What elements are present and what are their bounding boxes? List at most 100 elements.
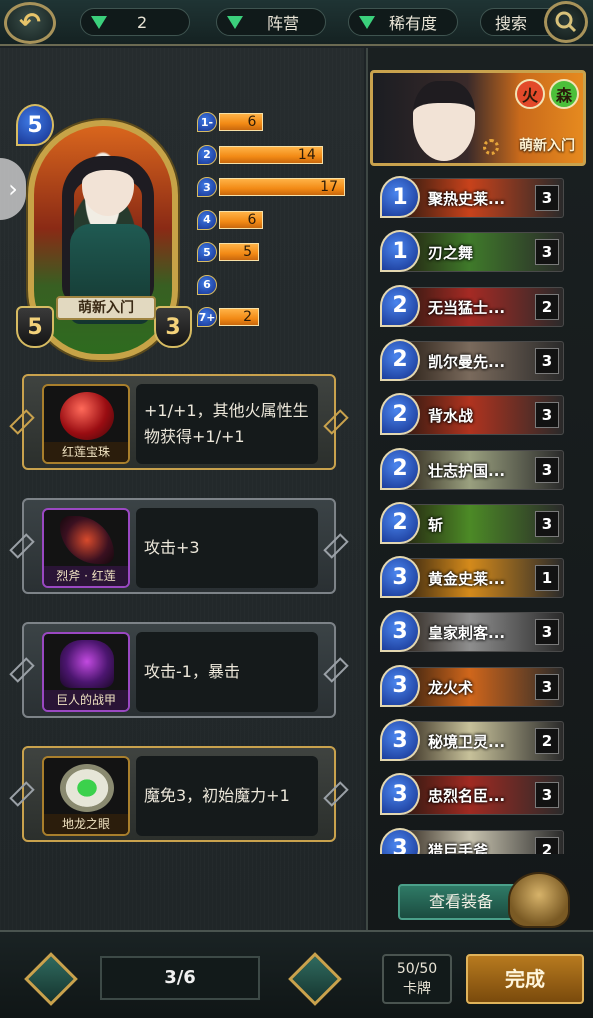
equipment-slot[interactable]: 地龙之眼 魔免3，初始魔力+1 (9, 746, 349, 842)
deck-card-name: 壮志护国... (428, 461, 506, 480)
deck-card-quantity: 2 (535, 293, 559, 320)
equipment-effect: 攻击-1，暴击 (136, 632, 318, 712)
red-orb-icon: 红莲宝珠 (42, 384, 130, 464)
deck-card-cost-gem: 3 (380, 556, 420, 599)
dropdown-triangle-icon (227, 15, 243, 29)
deck-card-cost-gem: 3 (380, 719, 420, 761)
deck-card-row[interactable]: 3 1 聚热史莱... (380, 172, 566, 220)
cost-filter-dropdown[interactable]: 2 (80, 8, 190, 36)
deck-card-row[interactable]: 2 3 秘境卫灵... (380, 715, 566, 763)
mana-curve-count: 2 (243, 309, 252, 325)
hero-banner-portrait (413, 81, 475, 161)
deck-card-quantity: 3 (535, 782, 559, 809)
done-label: 完成 (505, 967, 545, 991)
mana-curve-row: 2 14 (197, 144, 323, 166)
mana-curve-count: 6 (247, 114, 257, 130)
cost-gem-icon: 3 (197, 177, 217, 197)
deck-card-quantity: 2 (535, 836, 559, 854)
deck-card-cost-gem: 2 (380, 284, 420, 327)
mana-curve-row: 46 (197, 209, 264, 231)
hero-name: 萌新入门 (78, 300, 134, 316)
deck-card-quantity: 2 (535, 728, 559, 754)
hero-face-art (82, 156, 134, 216)
equipment-effect: 攻击+3 (136, 508, 318, 588)
deck-card-list[interactable]: 3 1 聚热史莱... 3 1 刃之舞 2 2 无当猛士... 3 2 凯尔曼先... 3 2 背水战 3 2 壮… (380, 172, 566, 854)
deck-card-row[interactable]: 2 3 猎巨手斧 (380, 824, 566, 854)
rarity-filter-dropdown[interactable]: 稀有度 (348, 8, 458, 36)
search-icon[interactable] (544, 1, 588, 43)
deck-card-name: 聚热史莱... (428, 190, 506, 208)
faction-filter-label: 阵营 (267, 14, 300, 33)
deck-card-counter: 50/50 卡牌 (382, 954, 452, 1004)
page-indicator: 3/6 (100, 956, 260, 1000)
deck-card-label: 卡牌 (403, 981, 431, 997)
mana-curve-row: 55 (197, 241, 259, 263)
deck-card-row[interactable]: 3 2 凯尔曼先... (380, 335, 566, 383)
armor-icon: 巨人的战甲 (42, 632, 130, 712)
hero-banner-name: 萌新入门 (519, 138, 575, 154)
mana-curve-bar: 2 (219, 308, 259, 326)
deck-card-name: 龙火术 (428, 678, 474, 697)
deck-card-row[interactable]: 2 2 无当猛士... (380, 281, 566, 329)
deck-card-row[interactable]: 3 1 刃之舞 (380, 226, 566, 274)
dropdown-triangle-icon (359, 15, 375, 29)
equipment-slot[interactable]: 烈斧 · 红莲 攻击+3 (9, 498, 349, 594)
page-indicator-text: 3/6 (164, 967, 196, 988)
cost-gem-icon: 5 (197, 242, 217, 262)
deck-card-name: 黄金史莱... (428, 570, 506, 589)
fire-element-badge: 火 (515, 79, 545, 109)
equipment-slot[interactable]: 红莲宝珠 +1/+1，其他火属性生物获得+1/+1 (9, 374, 349, 470)
deck-card-count: 50/50 (396, 961, 438, 977)
deck-card-cost-gem: 3 (380, 664, 420, 707)
view-equipment-button[interactable]: 查看装备 (398, 884, 524, 920)
back-arrow-icon: ↶ (19, 8, 41, 38)
deck-card-name: 猎巨手斧 (428, 841, 489, 854)
forest-element-badge: 森 (549, 79, 579, 109)
deck-card-row[interactable]: 3 2斩 (380, 498, 566, 546)
equipment-effect: 魔免3，初始魔力+1 (136, 756, 318, 836)
deck-card-name: 凯尔曼先... (428, 352, 506, 371)
element-label: 火 (521, 86, 538, 105)
deck-card-name: 斩 (428, 515, 444, 534)
mana-curve-bar: 6 (219, 210, 264, 229)
hero-cost: 5 (27, 112, 43, 138)
deck-card-cost-gem: 2 (380, 501, 420, 544)
mana-curve-bar: 14 (219, 145, 323, 164)
deck-card-row[interactable]: 1 3 黄金史莱... (380, 552, 566, 600)
mana-curve-count: 14 (297, 146, 316, 163)
deck-card-row[interactable]: 3 3 龙火术 (380, 661, 566, 709)
done-button[interactable]: 完成 (466, 954, 584, 1004)
deck-card-name: 背水战 (428, 407, 474, 426)
deck-card-quantity: 3 (535, 185, 559, 211)
mana-curve-bar: 17 (219, 178, 345, 196)
mana-curve-bar: 6 (219, 113, 264, 131)
hero-card[interactable]: 5 5 3 萌新入门 (10, 100, 192, 392)
deck-card-name: 刃之舞 (428, 244, 474, 263)
hero-name-plate: 萌新入门 (56, 296, 156, 320)
faction-filter-dropdown[interactable]: 阵营 (216, 8, 326, 36)
deck-card-row[interactable]: 3 3 忠烈名臣... (380, 769, 566, 817)
element-label: 森 (555, 86, 572, 105)
deck-card-cost-gem: 1 (380, 176, 420, 218)
deck-card-quantity: 3 (535, 619, 559, 646)
deck-card-row[interactable]: 3 2 背水战 (380, 389, 566, 437)
equipment-name: 红莲宝珠 (44, 442, 128, 462)
equipment-effect: +1/+1，其他火属性生物获得+1/+1 (136, 384, 318, 464)
mana-curve-count: 5 (243, 244, 252, 260)
hero-health: 3 (165, 314, 181, 340)
hero-cost-gem: 5 (16, 104, 54, 146)
hero-banner[interactable]: 火 森 萌新入门 (370, 70, 586, 166)
back-arrow-button[interactable]: ↶ (4, 2, 56, 44)
gear-icon (483, 139, 499, 155)
deck-card-quantity: 3 (535, 510, 559, 537)
deck-card-row[interactable]: 3 2 壮志护国... (380, 444, 566, 492)
deck-card-row[interactable]: 3 3 皇家刺客... (380, 606, 566, 654)
equipment-slot[interactable]: 巨人的战甲 攻击-1，暴击 (9, 622, 349, 718)
mana-curve-count: 6 (247, 211, 257, 228)
mana-curve-row: 3 17 (197, 176, 345, 198)
cost-gem-icon: 1- (197, 112, 217, 132)
axe-icon: 烈斧 · 红莲 (42, 508, 130, 588)
deck-card-name: 忠烈名臣... (428, 787, 506, 806)
deck-card-cost-gem: 2 (380, 447, 420, 490)
deck-card-quantity: 3 (535, 347, 559, 374)
